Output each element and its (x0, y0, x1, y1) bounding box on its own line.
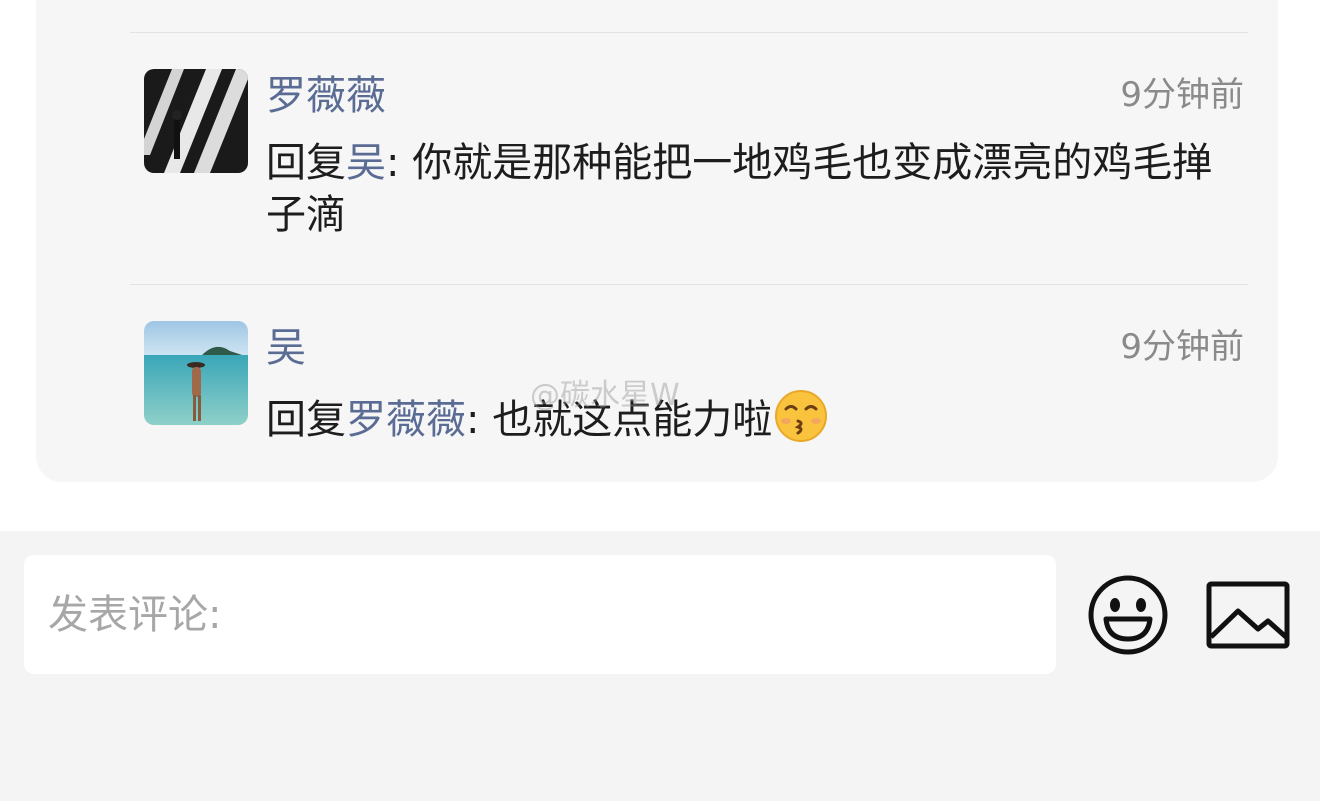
timestamp: 9分钟前 (1120, 75, 1244, 115)
mention-link[interactable]: 罗薇薇 (346, 397, 466, 443)
author-name[interactable]: 吴 (266, 323, 306, 373)
comment-item: 吴 9分钟前 回复罗薇薇: 也就这点能力啦 (144, 321, 1248, 451)
comment-composer (0, 531, 1320, 801)
watermark-text: @碳水星W (530, 378, 680, 413)
kissing-emoji-icon (774, 389, 828, 456)
reply-separator: : (386, 140, 413, 186)
comment-text: 回复罗薇薇: 也就这点能力啦 (266, 389, 1240, 456)
comment-input[interactable] (24, 555, 1056, 674)
divider (130, 284, 1248, 285)
timestamp: 9分钟前 (1120, 327, 1244, 367)
reply-prefix: 回复 (266, 397, 346, 443)
smiley-face-icon[interactable] (1086, 573, 1170, 661)
image-picture-icon[interactable] (1206, 581, 1290, 653)
mention-link[interactable]: 吴 (346, 140, 386, 186)
divider (130, 32, 1248, 33)
comment-item: 罗薇薇 9分钟前 回复吴: 你就是那种能把一地鸡毛也变成漂亮的鸡毛掸子滴 (144, 69, 1248, 249)
author-name[interactable]: 罗薇薇 (266, 71, 386, 121)
reply-separator: : (466, 397, 493, 443)
avatar[interactable] (144, 321, 248, 425)
comment-text: 回复吴: 你就是那种能把一地鸡毛也变成漂亮的鸡毛掸子滴 (266, 137, 1240, 241)
avatar[interactable] (144, 69, 248, 173)
reply-prefix: 回复 (266, 140, 346, 186)
